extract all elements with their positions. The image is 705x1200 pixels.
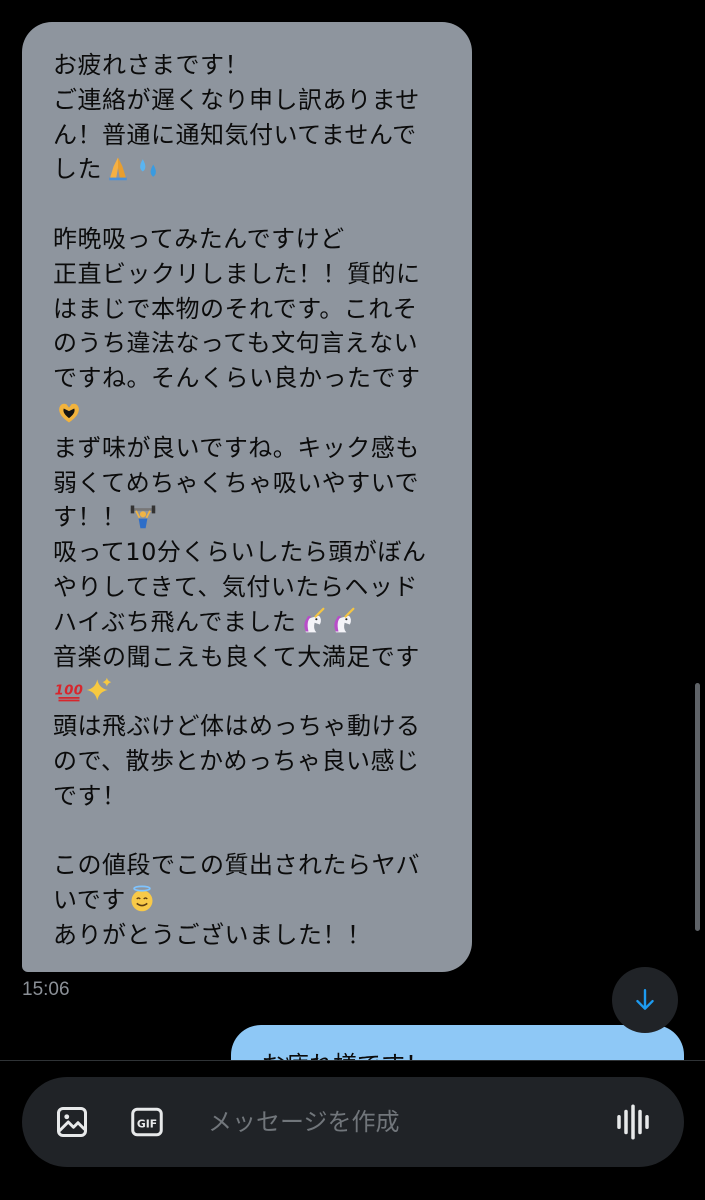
scroll-to-bottom-button[interactable]	[612, 967, 678, 1033]
message-line-text: した	[53, 155, 102, 184]
message-line-text: 頭は飛ぶけど体はめっちゃ動ける	[53, 712, 421, 741]
message-line: す！！	[53, 500, 452, 535]
message-line-text: 正直ビックリしました！！質的に	[53, 259, 421, 288]
sweat-droplets-emoji	[134, 154, 162, 182]
hundred-points-emoji: 100	[55, 676, 83, 704]
message-line: お疲れさまです！	[53, 48, 452, 83]
message-line: のうち違法なっても文句言えない	[53, 326, 452, 361]
message-timestamp: 15:06	[22, 979, 70, 1000]
message-line: ん！普通に通知気付いてませんで	[53, 118, 452, 153]
message-line: 100	[53, 674, 452, 709]
heart-hands-emoji	[55, 398, 83, 426]
composer-bar: GIF	[22, 1077, 684, 1167]
voice-message-icon[interactable]	[612, 1101, 654, 1143]
message-line: 吸って10分くらいしたら頭がぼん	[53, 535, 452, 570]
dm-conversation-screen: お疲れさまです！ ご連絡が遅くなり申し訳ありませ ん！普通に通知気付いてませんで した…	[0, 0, 705, 1200]
weight-lifter-emoji	[129, 502, 157, 530]
gif-icon[interactable]: GIF	[129, 1104, 165, 1140]
received-message-bubble[interactable]: お疲れさまです！ ご連絡が遅くなり申し訳ありませ ん！普通に通知気付いてませんで した…	[22, 22, 472, 972]
image-icon[interactable]	[54, 1104, 90, 1140]
message-line	[53, 396, 452, 431]
message-line: ハイぶち飛んでました	[53, 605, 452, 640]
message-line-text: 弱くてめちゃくちゃ吸いやすいで	[53, 468, 420, 497]
message-line-text: 吸って10分くらいしたら頭がぼん	[53, 538, 427, 567]
message-line-text: ハイぶち飛んでました	[53, 607, 297, 636]
message-line	[53, 814, 452, 849]
message-line: ご連絡が遅くなり申し訳ありませ	[53, 83, 452, 118]
message-line-text: す！！	[53, 503, 127, 532]
message-line: 音楽の聞こえも良くて大満足です	[53, 640, 452, 675]
message-line: 頭は飛ぶけど体はめっちゃ動ける	[53, 709, 452, 744]
message-line: です！	[53, 779, 452, 814]
message-line-text: のうち違法なっても文句言えない	[53, 329, 419, 358]
svg-text:100: 100	[55, 684, 83, 699]
scrollbar-thumb[interactable]	[695, 683, 700, 931]
message-line: した	[53, 152, 452, 187]
message-line-text: です！	[53, 781, 127, 810]
svg-text:GIF: GIF	[137, 1117, 157, 1130]
message-line: まず味が良いですね。キック感も	[53, 431, 452, 466]
message-line: ありがとうございました！！	[53, 918, 452, 953]
sparkles-emoji	[85, 676, 113, 704]
message-line-text: やりしてきて、気付いたらヘッド	[53, 572, 418, 601]
message-line	[53, 187, 452, 222]
message-line: やりしてきて、気付いたらヘッド	[53, 570, 452, 605]
message-line-text: ありがとうございました！！	[53, 920, 372, 949]
message-line-text: ですね。そんくらい良かったです	[53, 364, 421, 393]
unicorn-emoji	[298, 607, 326, 635]
message-line-text: お疲れさまです！	[53, 51, 249, 79]
message-line-text: 音楽の聞こえも良くて大満足です	[53, 642, 420, 671]
message-line: 弱くてめちゃくちゃ吸いやすいで	[53, 466, 452, 501]
message-line: ですね。そんくらい良かったです	[53, 361, 452, 396]
message-line-text: いです	[53, 886, 126, 915]
message-line-text: まず味が良いですね。キック感も	[53, 433, 420, 462]
message-line: 正直ビックリしました！！質的に	[53, 257, 452, 292]
message-line: いです	[53, 883, 452, 918]
message-line-text: ので、散歩とかめっちゃ良い感じ	[53, 746, 420, 775]
composer-area: GIF	[0, 1060, 705, 1200]
message-line-text: はまじで本物のそれです。これそ	[53, 294, 418, 323]
message-input[interactable]	[208, 1095, 588, 1149]
message-line: この値段でこの質出されたらヤバ	[53, 848, 452, 883]
message-line: ので、散歩とかめっちゃ良い感じ	[53, 744, 452, 779]
folded-hands-emoji	[104, 154, 132, 182]
arrow-down-icon	[636, 989, 654, 1010]
message-line-text: 昨晩吸ってみたんですけど	[53, 224, 345, 253]
message-line-text: ご連絡が遅くなり申し訳ありませ	[53, 85, 420, 114]
smiling-face-with-halo-emoji	[128, 885, 156, 913]
message-line: はまじで本物のそれです。これそ	[53, 292, 452, 327]
unicorn-emoji	[328, 607, 356, 635]
message-line-text: この値段でこの質出されたらヤバ	[53, 851, 421, 880]
message-line: 昨晩吸ってみたんですけど	[53, 222, 452, 257]
message-line-text: ん！普通に通知気付いてませんで	[53, 120, 417, 149]
